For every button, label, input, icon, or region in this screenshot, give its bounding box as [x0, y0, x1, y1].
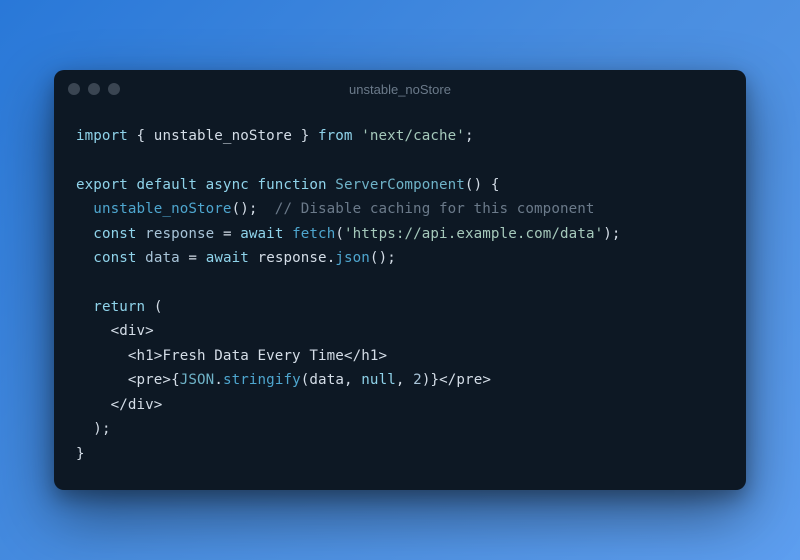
comment: // Disable caching for this component — [275, 201, 595, 217]
maximize-icon[interactable] — [108, 83, 120, 95]
close-icon[interactable] — [68, 83, 80, 95]
function-name: ServerComponent — [335, 177, 465, 193]
window-title: unstable_noStore — [349, 82, 451, 97]
code-editor[interactable]: import { unstable_noStore } from 'next/c… — [54, 108, 746, 490]
editor-window: unstable_noStore import { unstable_noSto… — [54, 70, 746, 490]
minimize-icon[interactable] — [88, 83, 100, 95]
traffic-lights — [68, 83, 120, 95]
keyword-export: export — [76, 177, 128, 193]
keyword-import: import — [76, 128, 128, 144]
window-titlebar: unstable_noStore — [54, 70, 746, 108]
